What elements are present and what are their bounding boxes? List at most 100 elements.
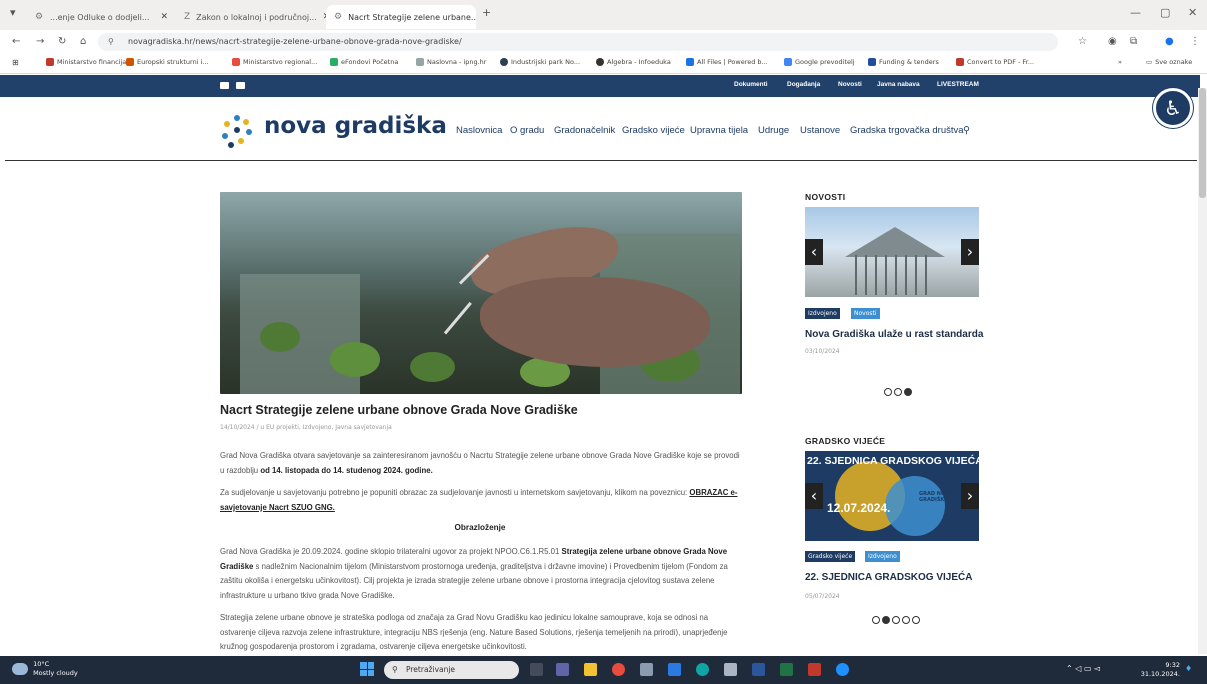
menu-ustanove[interactable]: Ustanove	[800, 125, 840, 136]
bookmark-item[interactable]: Industrijski park No...	[500, 58, 580, 66]
site-top-strip: Dokumenti Događanja Novosti Javna nabava…	[0, 75, 1200, 97]
edge-icon[interactable]	[696, 663, 709, 676]
badge-novosti[interactable]: Novosti	[851, 308, 880, 319]
news-next-arrow[interactable]: ›	[961, 239, 979, 265]
site-info-icon[interactable]: ⚲	[108, 33, 114, 51]
slider-dot-active[interactable]	[882, 616, 890, 624]
weather-widget[interactable]: 10°C Mostly cloudy	[12, 660, 78, 678]
news-prev-arrow[interactable]: ‹	[805, 239, 823, 265]
excel-icon[interactable]	[780, 663, 793, 676]
slider-dot[interactable]	[902, 616, 910, 624]
bookmark-item[interactable]: All Files | Powered b...	[686, 58, 768, 66]
bookmark-item[interactable]: eFondovi Početna	[330, 58, 398, 66]
slider-dot[interactable]	[894, 388, 902, 396]
word-icon[interactable]	[752, 663, 765, 676]
tray-icons[interactable]: ⌃ ◁ ▭ ◅	[1066, 664, 1100, 673]
search-icon[interactable]: ⚲	[963, 125, 970, 136]
minimize-icon[interactable]: —	[1130, 6, 1141, 19]
acrobat-icon[interactable]	[808, 663, 821, 676]
top-link-livestream[interactable]: LIVESTREAM	[937, 81, 979, 88]
badge-izdvojeno[interactable]: Izdvojeno	[865, 551, 900, 562]
app-icon[interactable]	[724, 663, 737, 676]
skype-icon[interactable]	[668, 663, 681, 676]
council-title[interactable]: 22. SJEDNICA GRADSKOG VIJEĆA	[805, 572, 972, 583]
forward-icon[interactable]: →	[36, 36, 44, 47]
file-explorer-icon[interactable]	[584, 663, 597, 676]
news-title[interactable]: Nova Gradiška ulaže u rast standarda	[805, 329, 983, 340]
browser-tab-1[interactable]: ⚙ ...enje Odluke o dodjeli... ✕	[26, 5, 176, 29]
council-prev-arrow[interactable]: ‹	[805, 483, 823, 509]
taskbar-clock[interactable]: 9:32 31.10.2024.	[1138, 661, 1180, 679]
bookmark-item[interactable]: Algebra - Infoeduka	[596, 58, 671, 66]
news-slider-dots[interactable]	[884, 388, 912, 396]
menu-gradonacelnik[interactable]: Gradonačelnik	[554, 125, 615, 136]
teams-icon[interactable]	[556, 663, 569, 676]
bookmark-item[interactable]: Naslovna - ipng.hr	[416, 58, 486, 66]
menu-upravna-tijela[interactable]: Upravna tijela	[690, 125, 748, 136]
app-icon[interactable]	[836, 663, 849, 676]
profile-icon[interactable]: ●	[1165, 36, 1174, 47]
slider-dot[interactable]	[892, 616, 900, 624]
article-title: Nacrt Strategije zelene urbane obnove Gr…	[220, 403, 578, 417]
accessibility-button[interactable]: ♿	[1153, 88, 1193, 128]
all-bookmarks[interactable]: ▭ Sve oznake	[1146, 58, 1192, 66]
task-view-icon[interactable]	[530, 663, 543, 676]
puzzle-icon[interactable]: ⧉	[1130, 36, 1137, 47]
bookmark-item[interactable]: Funding & tenders	[868, 58, 939, 66]
tab-list-icon[interactable]: ▾	[10, 6, 16, 19]
chrome-icon[interactable]	[612, 663, 625, 676]
bookmark-label: eFondovi Početna	[341, 58, 399, 66]
taskbar-search[interactable]: ⚲ Pretraživanje	[384, 661, 519, 679]
calculator-icon[interactable]	[640, 663, 653, 676]
scrollbar-thumb[interactable]	[1199, 88, 1206, 198]
extension-icon[interactable]: ◉	[1108, 36, 1117, 47]
slider-dot[interactable]	[884, 388, 892, 396]
top-link-novosti[interactable]: Novosti	[838, 81, 862, 88]
url-field[interactable]: ⚲ novagradiska.hr/news/nacrt-strategije-…	[98, 33, 1058, 51]
top-link-dogadanja[interactable]: Događanja	[787, 81, 820, 88]
bookmark-item[interactable]: Google prevoditelj	[784, 58, 855, 66]
site-logo[interactable]: nova gradiška	[220, 113, 447, 149]
bookmark-favicon-icon	[686, 58, 694, 66]
home-icon[interactable]: ⌂	[80, 36, 86, 47]
menu-gradska-drustva[interactable]: Gradska trgovačka društva	[850, 125, 964, 136]
menu-naslovnica[interactable]: Naslovnica	[456, 125, 502, 136]
maximize-icon[interactable]: ▢	[1160, 6, 1170, 19]
windows-start-icon[interactable]	[360, 662, 374, 676]
new-tab-icon[interactable]: +	[482, 6, 491, 19]
close-icon[interactable]: ✕	[160, 12, 168, 22]
back-icon[interactable]: ←	[12, 36, 20, 47]
reload-icon[interactable]: ↻	[58, 36, 66, 47]
council-next-arrow[interactable]: ›	[961, 483, 979, 509]
menu-udruge[interactable]: Udruge	[758, 125, 789, 136]
browser-tab-2[interactable]: Z Zakon o lokalnoj i područnoj... ✕	[176, 5, 326, 29]
slider-dot-active[interactable]	[904, 388, 912, 396]
more-bookmarks-icon[interactable]: »	[1118, 58, 1122, 66]
menu-icon[interactable]: ⋮	[1190, 36, 1200, 47]
news-date: 03/10/2024	[805, 348, 840, 355]
badge-izdvojeno[interactable]: Izdvojeno	[805, 308, 840, 319]
council-slider-dots[interactable]	[872, 616, 920, 624]
notification-icon[interactable]: ♦	[1185, 664, 1192, 673]
bookmark-item[interactable]: Convert to PDF - Fr...	[956, 58, 1034, 66]
menu-gradsko-vijece[interactable]: Gradsko vijeće	[622, 125, 685, 136]
star-icon[interactable]: ☆	[1078, 36, 1087, 47]
slider-dot[interactable]	[912, 616, 920, 624]
bookmark-item[interactable]: Europski strukturni i...	[126, 58, 209, 66]
council-image-caption: 22. SJEDNICA GRADSKOG VIJEĆA	[807, 455, 979, 467]
top-link-dokumenti[interactable]: Dokumenti	[734, 81, 768, 88]
slider-dot[interactable]	[872, 616, 880, 624]
council-slider-image[interactable]: 22. SJEDNICA GRADSKOG VIJEĆA 12.07.2024.…	[805, 451, 979, 541]
youtube-icon[interactable]	[220, 82, 229, 89]
top-link-javna-nabava[interactable]: Javna nabava	[877, 81, 920, 88]
news-slider-image[interactable]: ‹ ›	[805, 207, 979, 297]
page-scrollbar[interactable]	[1198, 88, 1207, 654]
browser-tab-3[interactable]: ⚙ Nacrt Strategije zelene urbane... ✕	[326, 5, 476, 29]
bookmark-item[interactable]: Ministarstvo financija	[46, 58, 126, 66]
bookmark-item[interactable]: Ministarstvo regional...	[232, 58, 317, 66]
badge-gradsko-vijece[interactable]: Gradsko vijeće	[805, 551, 856, 562]
email-icon[interactable]	[236, 82, 245, 89]
menu-o-gradu[interactable]: O gradu	[510, 125, 544, 136]
apps-icon[interactable]: ⊞	[12, 58, 19, 67]
window-close-icon[interactable]: ✕	[1188, 6, 1197, 19]
